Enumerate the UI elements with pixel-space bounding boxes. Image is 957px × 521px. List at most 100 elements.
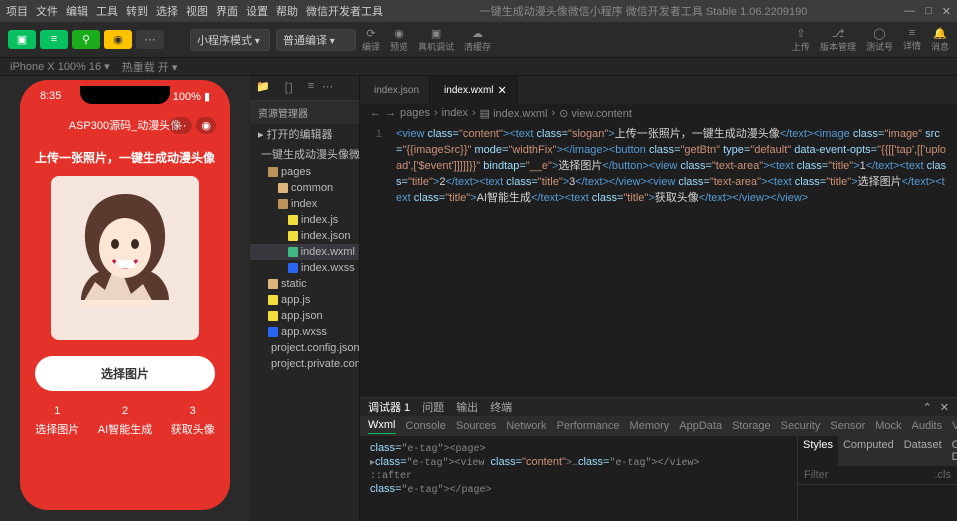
- menu-界面[interactable]: 界面: [216, 3, 238, 19]
- toolbar-测试号[interactable]: ◯测试号: [866, 27, 893, 53]
- window-btn[interactable]: ✕: [942, 5, 951, 18]
- explorer-tool-icon[interactable]: 📁: [256, 80, 270, 96]
- devtools-output-tab[interactable]: 输出: [456, 399, 478, 415]
- toolbar-可视化[interactable]: ◉: [104, 30, 132, 49]
- tree-item[interactable]: index: [250, 196, 359, 212]
- menu-项目[interactable]: 项目: [6, 3, 28, 19]
- devtools-title: 调试器 1: [368, 399, 410, 415]
- devtools-min-icon[interactable]: ⌃: [923, 401, 932, 414]
- nav-fwd-icon[interactable]: →: [385, 107, 396, 119]
- close-tab-icon[interactable]: ✕: [498, 84, 507, 97]
- devtools-tab-console[interactable]: Console: [406, 420, 446, 432]
- tree-item[interactable]: pages: [250, 164, 359, 180]
- toolbar-调试器[interactable]: ⚲: [72, 30, 100, 49]
- tree-item[interactable]: index.js: [250, 212, 359, 228]
- nav-back-icon[interactable]: ←: [370, 107, 381, 119]
- menu-文件[interactable]: 文件: [36, 3, 58, 19]
- devtools-tab-mock[interactable]: Mock: [875, 420, 901, 432]
- styles-tab-dataset[interactable]: Dataset: [899, 436, 947, 466]
- explorer-tool-icon[interactable]: ≡: [308, 80, 314, 96]
- toolbar-详情[interactable]: ≡详情: [903, 27, 921, 52]
- compile-select[interactable]: 普通编译 ▾: [276, 29, 356, 51]
- toolbar-版本管理[interactable]: ⎇版本管理: [820, 27, 856, 53]
- capsule-menu-icon[interactable]: ⋯: [169, 117, 192, 134]
- window-btn[interactable]: —: [904, 5, 915, 18]
- title-bar: 项目文件编辑工具转到选择视图界面设置帮助微信开发者工具 一键生成动漫头像微信小程…: [0, 0, 957, 22]
- menu-选择[interactable]: 选择: [156, 3, 178, 19]
- toolbar-真机调试[interactable]: ▣真机调试: [418, 27, 454, 53]
- tree-item[interactable]: 一键生成动漫头像微信小程序: [250, 144, 359, 164]
- elements-tree[interactable]: class="e-tag"><page> ▸class="e-tag"><vie…: [360, 436, 797, 521]
- tree-item[interactable]: static: [250, 276, 359, 292]
- tree-item[interactable]: index.json: [250, 228, 359, 244]
- styles-tab-computed[interactable]: Computed: [838, 436, 899, 466]
- hotreload-select[interactable]: 热重载 开 ▾: [122, 59, 178, 75]
- explorer-tool-icon[interactable]: ［］: [278, 80, 300, 96]
- menu-工具[interactable]: 工具: [96, 3, 118, 19]
- toolbar: ▣≡⚲◉⋯ 小程序模式 ▾ 普通编译 ▾ ⟳编译 ◉预览 ▣真机调试 ☁清缓存 ⇧上传…: [0, 22, 957, 58]
- devtools-tab-network[interactable]: Network: [506, 420, 546, 432]
- tree-item[interactable]: index.wxml: [250, 244, 359, 260]
- tree-item[interactable]: project.private.config.json: [250, 356, 359, 372]
- tree-item[interactable]: index.wxss: [250, 260, 359, 276]
- devtools-tab-wxml[interactable]: Wxml: [368, 419, 396, 434]
- menu-微信开发者工具[interactable]: 微信开发者工具: [306, 3, 383, 19]
- tree-item[interactable]: app.json: [250, 308, 359, 324]
- devtools-terminal-tab[interactable]: 终端: [490, 399, 512, 415]
- devtools-problems-tab[interactable]: 问题: [422, 399, 444, 415]
- editor-tab[interactable]: index.wxml ✕: [430, 76, 518, 104]
- toolbar-清缓存[interactable]: ☁清缓存: [464, 27, 491, 53]
- toolbar-三开发[interactable]: ⋯: [136, 30, 164, 49]
- menu-设置[interactable]: 设置: [246, 3, 268, 19]
- toolbar-预览[interactable]: ◉预览: [390, 27, 408, 53]
- toolbar-上传[interactable]: ⇧上传: [792, 27, 810, 53]
- devtools-tab-storage[interactable]: Storage: [732, 420, 771, 432]
- menu-视图[interactable]: 视图: [186, 3, 208, 19]
- tree-item[interactable]: project.config.json: [250, 340, 359, 356]
- styles-cls-toggle[interactable]: .cls: [935, 469, 952, 481]
- tree-item[interactable]: ▸ 打开的编辑器: [250, 124, 359, 144]
- step-2: 2AI智能生成: [98, 405, 152, 437]
- toolbar-编译[interactable]: ⟳编译: [362, 27, 380, 53]
- menu-帮助[interactable]: 帮助: [276, 3, 298, 19]
- styles-filter-input[interactable]: Filter: [804, 469, 828, 481]
- json-icon: [288, 231, 298, 241]
- file-explorer: 📁 ［］ ≡ ⋯ 资源管理器 ▸ 打开的编辑器一键生成动漫头像微信小程序page…: [250, 76, 360, 521]
- devtools-tab-sensor[interactable]: Sensor: [830, 420, 865, 432]
- tree-item[interactable]: app.wxss: [250, 324, 359, 340]
- menu-转到[interactable]: 转到: [126, 3, 148, 19]
- toolbar-模拟器[interactable]: ▣: [8, 30, 36, 49]
- breadcrumb-item[interactable]: ›: [551, 107, 555, 119]
- tree-item[interactable]: app.js: [250, 292, 359, 308]
- devtools-tab-vulnerability[interactable]: Vulnerability: [952, 420, 957, 432]
- select-image-button[interactable]: 选择图片: [35, 356, 215, 391]
- devtools-tab-sources[interactable]: Sources: [456, 420, 496, 432]
- devtools-close-icon[interactable]: ✕: [940, 401, 949, 414]
- breadcrumb-item[interactable]: ›: [472, 107, 476, 119]
- mode-select[interactable]: 小程序模式 ▾: [190, 29, 270, 51]
- breadcrumb-item[interactable]: ›: [434, 107, 438, 119]
- window-btn[interactable]: □: [925, 5, 932, 18]
- toolbar-消息[interactable]: 🔔消息: [931, 27, 949, 53]
- devtools-tab-appdata[interactable]: AppData: [679, 420, 722, 432]
- devtools-tab-memory[interactable]: Memory: [630, 420, 670, 432]
- menu-编辑[interactable]: 编辑: [66, 3, 88, 19]
- breadcrumb-item[interactable]: pages: [400, 107, 430, 119]
- wxml-icon: [288, 247, 298, 257]
- simulator-panel: 8:35 100% ▮ ASP300源码_动漫头像 ⋯ ◉ 上传一张照片，一键生…: [0, 76, 250, 521]
- breadcrumb-item[interactable]: index: [442, 107, 468, 119]
- devtools-tab-audits[interactable]: Audits: [912, 420, 943, 432]
- explorer-tool-icon[interactable]: ⋯: [322, 80, 333, 96]
- step-1: 1选择图片: [35, 405, 79, 437]
- breadcrumb-item[interactable]: ▤ index.wxml: [480, 107, 548, 120]
- tree-item[interactable]: common: [250, 180, 359, 196]
- styles-tab-component data[interactable]: Component Data: [947, 436, 957, 466]
- device-select[interactable]: iPhone X 100% 16 ▾: [10, 60, 110, 73]
- toolbar-编辑器[interactable]: ≡: [40, 30, 68, 49]
- devtools-tab-security[interactable]: Security: [781, 420, 821, 432]
- editor-tab[interactable]: index.json: [360, 76, 430, 104]
- styles-tab-styles[interactable]: Styles: [798, 436, 838, 466]
- capsule-close-icon[interactable]: ◉: [196, 117, 216, 134]
- breadcrumb-item[interactable]: ⊙ view.content: [559, 107, 632, 120]
- devtools-tab-performance[interactable]: Performance: [557, 420, 620, 432]
